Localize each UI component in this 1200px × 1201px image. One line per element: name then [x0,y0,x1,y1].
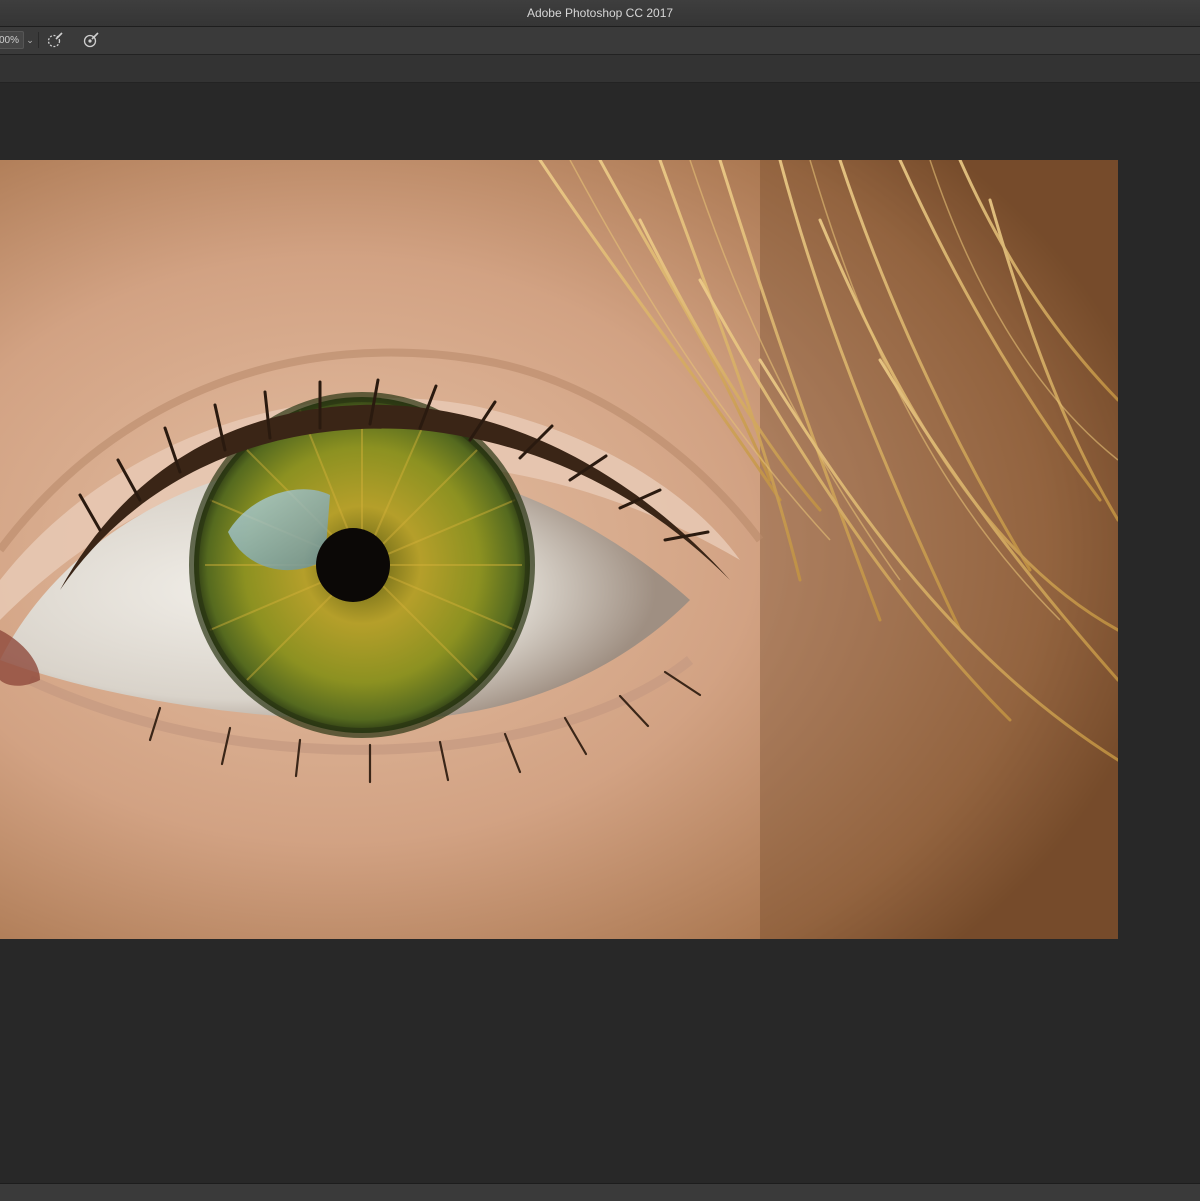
window-titlebar: Adobe Photoshop CC 2017 [0,0,1200,27]
toolbar-divider [38,32,39,48]
refine-brush-icon[interactable] [45,31,65,49]
document-tab-bar [0,55,1200,83]
window-title: Adobe Photoshop CC 2017 [526,6,674,20]
brush-settings-icon[interactable] [81,31,101,49]
document-canvas[interactable] [0,160,1118,939]
status-bar [0,1183,1200,1201]
options-bar: 00% ⌄ [0,27,1200,55]
eye-photo [0,160,1118,939]
zoom-value-field[interactable]: 00% [0,31,24,49]
chevron-down-icon[interactable]: ⌄ [25,33,35,47]
